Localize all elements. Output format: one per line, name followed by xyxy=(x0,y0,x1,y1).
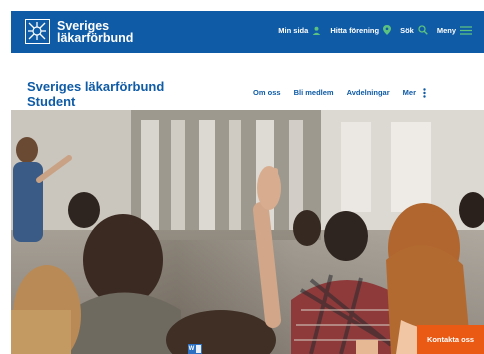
word-document-icon[interactable]: W xyxy=(188,344,202,354)
logo-line-2: läkarförbund xyxy=(57,30,134,45)
nav-avdelningar[interactable]: Avdelningar xyxy=(347,88,390,97)
search-icon xyxy=(418,25,428,35)
logo-line-1: Sveriges xyxy=(57,18,110,33)
hitta-forening-label: Hitta förening xyxy=(330,25,380,35)
top-nav: Min sida Hitta förening Sök Meny xyxy=(278,25,472,35)
page: Sveriges läkarförbund Min sida Hitta för… xyxy=(11,11,484,354)
section-title-line-2: Student xyxy=(27,94,76,109)
nav-mer[interactable]: Mer xyxy=(403,88,416,97)
logo-emblem-icon xyxy=(25,19,50,44)
nav-om-oss[interactable]: Om oss xyxy=(253,88,281,97)
person-icon xyxy=(313,26,321,35)
hero-image xyxy=(11,110,484,354)
hitta-forening-link[interactable]: Hitta förening xyxy=(330,25,392,35)
section-nav: Om oss Bli medlem Avdelningar Mer xyxy=(253,88,416,97)
hamburger-menu-icon xyxy=(460,25,472,35)
logo-text: Sveriges läkarförbund xyxy=(57,18,134,45)
min-sida-link[interactable]: Min sida xyxy=(278,26,321,35)
menu-button[interactable]: Meny xyxy=(437,26,472,35)
contact-us-button[interactable]: Kontakta oss xyxy=(417,325,484,354)
top-bar: Sveriges läkarförbund Min sida Hitta för… xyxy=(11,11,484,53)
document-page-icon xyxy=(195,344,202,354)
menu-label: Meny xyxy=(436,25,456,35)
word-letter: W xyxy=(188,344,195,354)
location-pin-icon xyxy=(383,25,392,35)
nav-bli-medlem[interactable]: Bli medlem xyxy=(294,88,334,97)
min-sida-label: Min sida xyxy=(278,25,309,35)
more-dots-icon[interactable] xyxy=(423,88,426,98)
search-label: Sök xyxy=(400,25,414,35)
site-logo[interactable]: Sveriges läkarförbund xyxy=(25,19,133,44)
section-title[interactable]: Sveriges läkarförbund Student xyxy=(27,79,187,109)
section-title-line-1: Sveriges läkarförbund xyxy=(27,79,165,94)
hero-photo xyxy=(11,110,484,354)
search-link[interactable]: Sök xyxy=(400,25,428,35)
